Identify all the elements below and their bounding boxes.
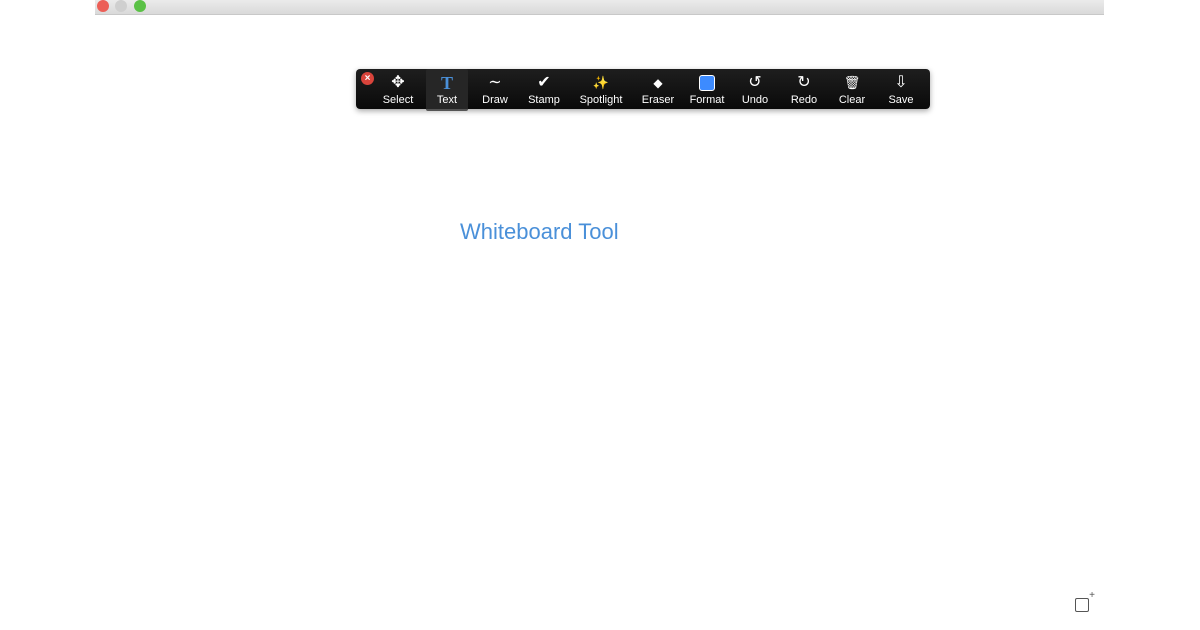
color-square-icon (686, 72, 728, 94)
whiteboard-text[interactable]: Whiteboard Tool (460, 219, 619, 245)
save-download-icon: ⇩ (894, 74, 908, 91)
tool-text[interactable]: T Text (426, 69, 468, 111)
trash-icon: 🗑 (843, 75, 861, 90)
zoom-window-button[interactable] (134, 0, 146, 12)
tool-redo[interactable]: ↻ Redo (784, 69, 824, 109)
minimize-window-button[interactable] (115, 0, 127, 12)
plus-icon: + (1089, 590, 1095, 601)
tool-clear[interactable]: 🗑 Clear (832, 69, 872, 109)
squiggle-icon: ∼ (488, 74, 502, 91)
tool-save[interactable]: ⇩ Save (882, 69, 920, 109)
close-window-button[interactable] (97, 0, 109, 12)
move-arrows-icon: ✥ (391, 74, 405, 91)
new-page-icon[interactable]: + (1075, 590, 1095, 612)
tool-stamp[interactable]: ✔ Stamp (522, 69, 566, 109)
close-toolbar-button[interactable]: × (361, 72, 374, 85)
text-icon: T (440, 73, 453, 93)
tool-undo[interactable]: ↺ Undo (736, 69, 774, 109)
tool-eraser[interactable]: ◆ Eraser (638, 69, 678, 109)
undo-icon: ↺ (748, 74, 762, 91)
annotation-toolbar: × ✥ Select T Text ∼ Draw ✔ Stamp ✨ Spotlight … (356, 69, 930, 111)
eraser-icon: ◆ (653, 76, 663, 90)
redo-icon: ↻ (797, 74, 811, 91)
tool-draw[interactable]: ∼ Draw (474, 69, 516, 109)
tool-select[interactable]: ✥ Select (376, 69, 420, 109)
window-titlebar (95, 0, 1104, 15)
tool-format[interactable]: Format (686, 69, 728, 109)
tool-spotlight[interactable]: ✨ Spotlight (574, 69, 628, 109)
checkmark-icon: ✔ (537, 74, 551, 91)
magic-wand-icon: ✨ (592, 75, 610, 90)
